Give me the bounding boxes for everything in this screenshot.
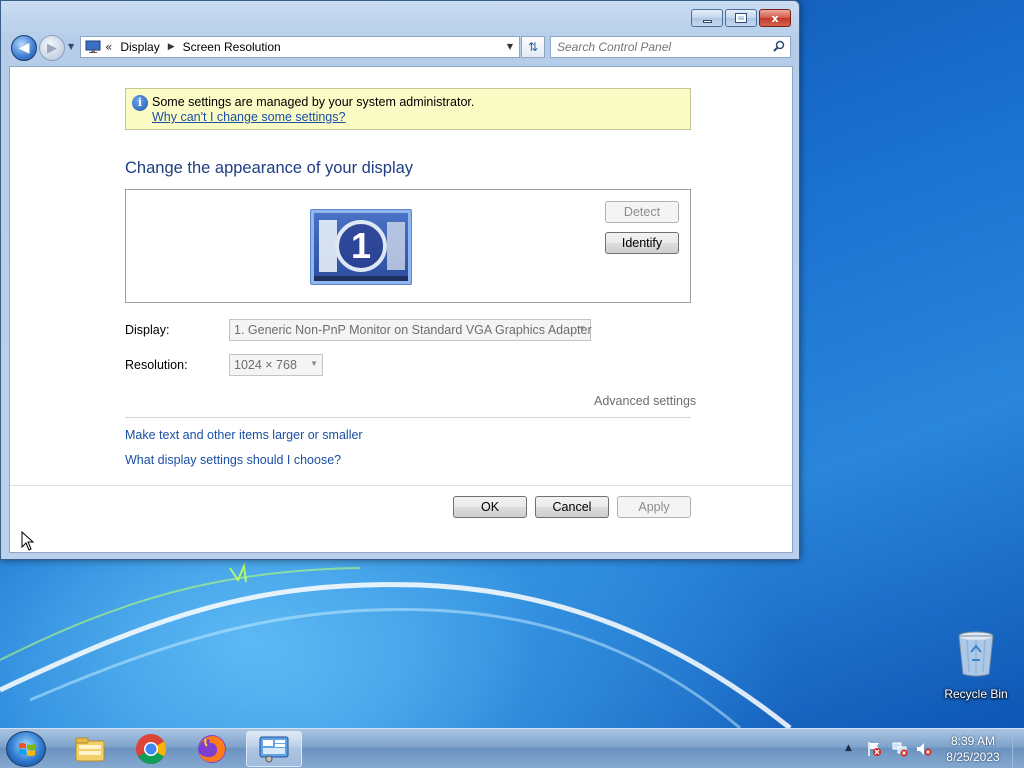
- action-center-flag-icon[interactable]: [866, 741, 882, 757]
- breadcrumb-display[interactable]: Display: [120, 40, 159, 54]
- ok-button[interactable]: OK: [453, 496, 527, 518]
- folder-icon: [75, 737, 105, 762]
- back-arrow-icon: ◀: [18, 40, 30, 56]
- control-panel-icon: [259, 736, 289, 763]
- recycle-bin-label: Recycle Bin: [944, 687, 1008, 701]
- taskbar-google-chrome[interactable]: [123, 731, 179, 767]
- minimize-icon: [702, 19, 712, 23]
- info-icon: i: [132, 95, 148, 111]
- monitor-number: 1: [335, 220, 387, 272]
- volume-muted-icon[interactable]: [916, 741, 932, 757]
- chevron-down-icon: ▼: [578, 324, 586, 333]
- chrome-icon: [136, 734, 167, 765]
- maximize-icon: [735, 13, 747, 23]
- search-input[interactable]: [550, 36, 791, 58]
- mouse-cursor-icon: [21, 531, 35, 551]
- network-icon[interactable]: [892, 741, 908, 757]
- display-select-value: 1. Generic Non-PnP Monitor on Standard V…: [234, 323, 592, 337]
- taskbar: ▲ 8:39 AM 8/25/2023: [0, 728, 1024, 768]
- content-pane: i Some settings are managed by your syst…: [9, 66, 793, 553]
- navigation-bar: ◀ ▶ ▼ « Display ▶ Screen Resolution ▼ ⇅: [9, 33, 791, 61]
- recycle-bin[interactable]: Recycle Bin: [940, 630, 1012, 701]
- taskbar-control-panel[interactable]: [246, 731, 302, 767]
- text-size-link[interactable]: Make text and other items larger or smal…: [125, 428, 363, 442]
- recent-pages-dropdown[interactable]: ▼: [68, 42, 74, 51]
- admin-info-bar: i Some settings are managed by your syst…: [125, 88, 691, 130]
- display-icon: [85, 40, 101, 53]
- apply-button[interactable]: Apply: [617, 496, 691, 518]
- start-button[interactable]: [6, 731, 46, 767]
- caption-buttons: x: [691, 9, 791, 27]
- show-hidden-icons-button[interactable]: ▲: [845, 743, 852, 753]
- refresh-icon: ⇅: [527, 40, 539, 54]
- cancel-button[interactable]: Cancel: [535, 496, 609, 518]
- monitor-preview: 1 Detect Identify: [125, 189, 691, 303]
- system-clock[interactable]: 8:39 AM 8/25/2023: [938, 733, 1008, 765]
- recycle-bin-icon: [958, 631, 994, 677]
- info-message: Some settings are managed by your system…: [152, 95, 475, 109]
- advanced-settings-link[interactable]: Advanced settings: [594, 394, 696, 408]
- taskbar-windows-explorer[interactable]: [62, 731, 118, 767]
- clock-date: 8/25/2023: [946, 750, 1000, 764]
- detect-button[interactable]: Detect: [605, 201, 679, 223]
- resolution-select[interactable]: 1024 × 768 ▼: [229, 354, 323, 376]
- show-desktop-button[interactable]: [1012, 729, 1024, 768]
- close-button[interactable]: x: [759, 9, 791, 27]
- why-cant-change-link[interactable]: Why can't I change some settings?: [152, 110, 345, 124]
- display-settings-help-link[interactable]: What display settings should I choose?: [125, 453, 341, 467]
- taskbar-firefox[interactable]: [184, 731, 240, 767]
- divider: [125, 417, 691, 418]
- address-bar[interactable]: « Display ▶ Screen Resolution ▼: [80, 36, 520, 58]
- search-icon[interactable]: [773, 40, 785, 52]
- forward-arrow-icon: ▶: [47, 40, 57, 56]
- minimize-button[interactable]: [691, 9, 723, 27]
- firefox-icon: [198, 735, 226, 763]
- breadcrumb-separator-icon[interactable]: ▶: [168, 42, 175, 52]
- display-select[interactable]: 1. Generic Non-PnP Monitor on Standard V…: [229, 319, 592, 341]
- clock-time: 8:39 AM: [950, 734, 996, 748]
- maximize-button[interactable]: [725, 9, 757, 27]
- footer-divider: [10, 485, 792, 486]
- forward-button[interactable]: ▶: [39, 35, 65, 61]
- display-label: Display:: [125, 323, 170, 337]
- breadcrumb-overflow-icon[interactable]: «: [105, 40, 112, 54]
- resolution-select-value: 1024 × 768: [234, 358, 297, 372]
- screen-resolution-window: x ◀ ▶ ▼ « Display ▶ Screen Resolution ▼ …: [0, 0, 800, 560]
- back-button[interactable]: ◀: [11, 35, 37, 61]
- close-icon: x: [771, 11, 779, 25]
- breadcrumb-screen-resolution[interactable]: Screen Resolution: [183, 40, 281, 54]
- identify-button[interactable]: Identify: [605, 232, 679, 254]
- chevron-down-icon: ▼: [310, 359, 318, 368]
- windows-logo-icon: [19, 743, 35, 756]
- page-title: Change the appearance of your display: [125, 159, 414, 177]
- resolution-label: Resolution:: [125, 358, 188, 372]
- monitor-1-thumbnail[interactable]: 1: [310, 209, 412, 285]
- address-dropdown-icon[interactable]: ▼: [507, 42, 513, 51]
- refresh-button[interactable]: ⇅: [521, 36, 545, 58]
